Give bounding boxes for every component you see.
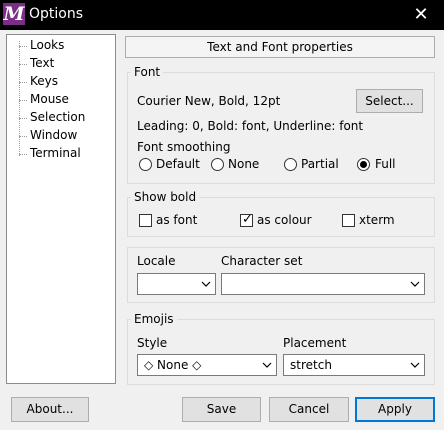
smoothing-partial-label: Partial (301, 157, 339, 171)
bold-as-colour-label: as colour (257, 213, 312, 227)
emoji-style-value: ◇ None ◇ (144, 358, 202, 372)
tree-branch (19, 118, 27, 119)
charset-select[interactable] (221, 273, 425, 295)
cancel-button[interactable]: Cancel (269, 397, 349, 422)
options-tree: Looks Text Keys Mouse Selection Window T… (6, 34, 116, 384)
emoji-placement-select[interactable]: stretch (283, 354, 425, 376)
smoothing-partial-radio[interactable] (284, 158, 297, 171)
locale-label: Locale (137, 254, 176, 268)
font-smoothing-label: Font smoothing (137, 140, 231, 154)
emojis-group-label: Emojis (131, 312, 177, 326)
emoji-placement-label: Placement (283, 336, 347, 350)
page-header: Text and Font properties (125, 36, 435, 58)
tree-item-label: Terminal (30, 146, 81, 160)
smoothing-default-radio[interactable] (139, 158, 152, 171)
tree-item-label: Selection (30, 110, 86, 124)
chevron-down-icon (201, 281, 211, 287)
app-icon: M (3, 3, 25, 25)
tree-item-label: Looks (30, 38, 65, 52)
locale-select[interactable] (137, 273, 216, 295)
smoothing-default-label: Default (156, 157, 200, 171)
tree-item-label: Mouse (30, 92, 69, 106)
bold-xterm-checkbox[interactable] (342, 214, 355, 227)
tree-connector (19, 41, 20, 156)
emoji-placement-value: stretch (290, 358, 332, 372)
title-bar: M Options ✕ (0, 0, 444, 30)
window-title: Options (29, 6, 84, 22)
apply-button[interactable]: Apply (355, 397, 435, 422)
smoothing-full-label: Full (375, 157, 396, 171)
charset-label: Character set (221, 254, 303, 268)
chevron-down-icon (410, 362, 420, 368)
save-button[interactable]: Save (182, 397, 261, 422)
tree-branch (19, 82, 27, 83)
current-font: Courier New, Bold, 12pt (137, 94, 281, 108)
bold-xterm-label: xterm (359, 213, 395, 227)
tree-item-label: Text (30, 56, 55, 70)
tree-branch (19, 46, 27, 47)
show-bold-group-label: Show bold (131, 190, 200, 204)
emoji-style-select[interactable]: ◇ None ◇ (137, 354, 277, 376)
checkmark-icon: ✓ (242, 212, 253, 227)
tree-branch (19, 136, 27, 137)
tree-branch (19, 154, 27, 155)
chevron-down-icon (410, 281, 420, 287)
bold-as-colour-checkbox[interactable]: ✓ (240, 212, 253, 227)
tree-branch (19, 64, 27, 65)
font-details: Leading: 0, Bold: font, Underline: font (137, 119, 364, 133)
select-font-button[interactable]: Select... (356, 89, 423, 113)
tree-branch (19, 100, 27, 101)
tree-item-label: Window (30, 128, 78, 142)
close-icon[interactable]: ✕ (398, 0, 444, 30)
about-button[interactable]: About... (11, 397, 89, 422)
bold-as-font-checkbox[interactable] (139, 214, 152, 227)
smoothing-full-radio[interactable] (357, 158, 370, 171)
chevron-down-icon (262, 362, 272, 368)
emoji-style-label: Style (137, 336, 168, 350)
tree-item-label: Keys (30, 74, 59, 88)
font-group-label: Font (131, 65, 164, 79)
smoothing-none-label: None (228, 157, 260, 171)
bold-as-font-label: as font (156, 213, 198, 227)
smoothing-none-radio[interactable] (211, 158, 224, 171)
